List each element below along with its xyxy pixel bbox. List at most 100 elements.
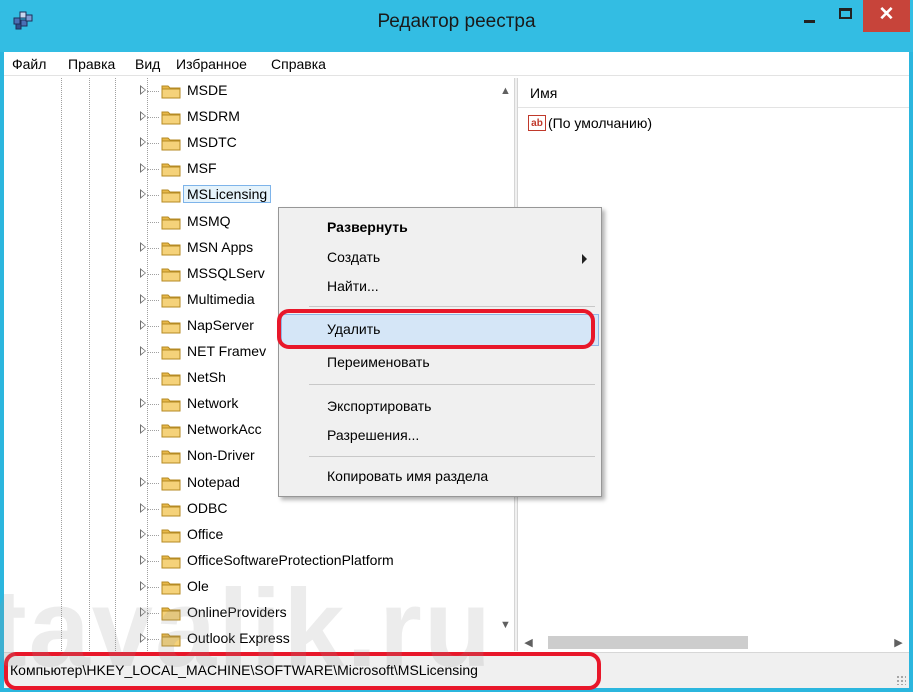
tree-connector <box>147 352 159 353</box>
submenu-arrow-icon <box>582 254 587 264</box>
tree-node[interactable]: MSDRM <box>4 105 514 131</box>
expand-arrow-icon[interactable] <box>140 111 146 122</box>
expand-arrow-icon[interactable] <box>140 137 146 148</box>
tree-node[interactable]: OnlineProviders <box>4 601 514 627</box>
tree-connector <box>147 91 159 92</box>
menu-item-expand[interactable]: Развернуть <box>281 212 599 244</box>
expand-arrow-icon[interactable] <box>140 267 146 278</box>
expand-arrow-icon[interactable] <box>140 398 146 409</box>
values-horizontal-scrollbar[interactable]: ◀ ▶ <box>518 634 909 651</box>
menu-item-label: Экспортировать <box>327 398 432 414</box>
expand-arrow-icon[interactable] <box>140 502 146 513</box>
tree-connector <box>147 430 159 432</box>
scroll-right-icon[interactable]: ▶ <box>890 634 907 651</box>
tree-node[interactable]: Ole <box>4 575 514 601</box>
tree-node-label: MSDRM <box>187 108 240 125</box>
tree-node-label: MSSQLServ <box>187 264 265 281</box>
folder-icon <box>161 448 181 464</box>
expand-arrow-icon[interactable] <box>140 189 146 200</box>
expand-arrow-icon[interactable] <box>140 293 146 304</box>
expand-arrow-icon[interactable] <box>140 346 146 356</box>
tree-connector <box>147 456 159 458</box>
tree-node[interactable]: ODBC <box>4 497 514 523</box>
tree-connector <box>147 613 159 614</box>
expand-arrow-icon[interactable] <box>140 633 146 644</box>
expand-arrow-icon[interactable] <box>140 241 146 252</box>
string-value-icon: ab <box>528 115 546 131</box>
menu-item-find[interactable]: Найти... <box>281 271 599 303</box>
tree-connector <box>147 299 159 301</box>
folder-icon <box>161 631 181 647</box>
expand-arrow-icon[interactable] <box>140 580 146 591</box>
menu-item-create[interactable]: Создать <box>281 242 599 274</box>
menu-bar: Файл Правка Вид Избранное Справка <box>4 52 909 76</box>
tree-node[interactable]: MSDE <box>4 79 514 105</box>
expand-arrow-icon[interactable] <box>140 424 146 435</box>
maximize-button[interactable] <box>827 0 863 32</box>
tree-node-label: Non-Driver <box>187 447 255 464</box>
context-menu: Развернуть Создать Найти... Удалить Пере… <box>278 207 602 497</box>
minimize-icon <box>803 19 815 23</box>
folder-icon <box>161 422 181 438</box>
expand-arrow-icon[interactable] <box>140 319 146 330</box>
folder-icon <box>161 370 181 386</box>
menu-item-rename[interactable]: Переименовать <box>281 347 599 379</box>
highlight-delete <box>277 309 595 349</box>
tree-connector <box>147 221 159 223</box>
folder-icon <box>161 501 181 517</box>
title-bar[interactable]: Редактор реестра ✕ <box>0 0 913 52</box>
menu-item-label: Копировать имя раздела <box>327 468 489 484</box>
menu-view[interactable]: Вид <box>135 56 160 72</box>
menu-item-label: Найти... <box>327 278 379 294</box>
tree-connector <box>147 117 159 119</box>
column-header-name[interactable]: Имя <box>518 78 909 108</box>
tree-node-label: MSN Apps <box>187 238 254 255</box>
scroll-up-icon[interactable]: ▲ <box>497 82 514 99</box>
tree-node-label: NET Framev <box>187 343 267 359</box>
menu-favorites[interactable]: Избранное <box>176 56 247 72</box>
minimize-button[interactable] <box>791 0 827 32</box>
folder-icon <box>161 292 181 308</box>
tree-node[interactable]: Office <box>4 523 514 549</box>
menu-item-copy-key-name[interactable]: Копировать имя раздела <box>281 461 599 493</box>
tree-node-label: Notepad <box>187 473 240 490</box>
expand-arrow-icon[interactable] <box>140 528 146 539</box>
menu-item-label: Переименовать <box>327 354 430 370</box>
tree-node-label: Outlook Express <box>187 630 290 647</box>
menu-item-label: Создать <box>327 249 381 265</box>
folder-icon <box>161 161 181 177</box>
tree-node-label: MSMQ <box>187 212 231 229</box>
tree-node[interactable]: MSLicensing <box>4 183 514 209</box>
folder-icon <box>161 109 181 125</box>
expand-arrow-icon[interactable] <box>140 85 146 95</box>
expand-arrow-icon[interactable] <box>140 607 146 617</box>
expand-arrow-icon[interactable] <box>140 163 146 174</box>
value-row[interactable]: ab (По умолчанию) <box>528 112 652 134</box>
menu-edit[interactable]: Правка <box>68 56 115 72</box>
menu-item-permissions[interactable]: Разрешения... <box>281 420 599 452</box>
tree-node[interactable]: Outlook Express <box>4 627 514 651</box>
tree-connector <box>147 586 159 588</box>
close-button[interactable]: ✕ <box>863 0 910 32</box>
tree-connector <box>147 325 159 327</box>
tree-node-label: NapServer <box>187 316 254 333</box>
folder-icon <box>161 240 181 256</box>
menu-file[interactable]: Файл <box>12 56 46 72</box>
folder-icon <box>161 527 181 543</box>
tree-connector <box>147 534 159 536</box>
expand-arrow-icon[interactable] <box>140 554 146 565</box>
resize-grip-icon[interactable] <box>896 675 906 685</box>
tree-node-label: Office <box>187 525 224 542</box>
tree-node[interactable]: MSF <box>4 157 514 183</box>
tree-node[interactable]: MSDTC <box>4 131 514 157</box>
expand-arrow-icon[interactable] <box>140 476 146 487</box>
scroll-thumb[interactable] <box>548 636 748 649</box>
menu-item-export[interactable]: Экспортировать <box>281 391 599 423</box>
folder-icon <box>161 214 181 230</box>
scroll-left-icon[interactable]: ◀ <box>520 634 537 651</box>
folder-icon <box>161 605 181 621</box>
scroll-down-icon[interactable]: ▼ <box>497 616 514 633</box>
tree-connector <box>147 247 159 249</box>
menu-help[interactable]: Справка <box>271 56 326 72</box>
tree-node[interactable]: OfficeSoftwareProtectionPlatform <box>4 549 514 575</box>
